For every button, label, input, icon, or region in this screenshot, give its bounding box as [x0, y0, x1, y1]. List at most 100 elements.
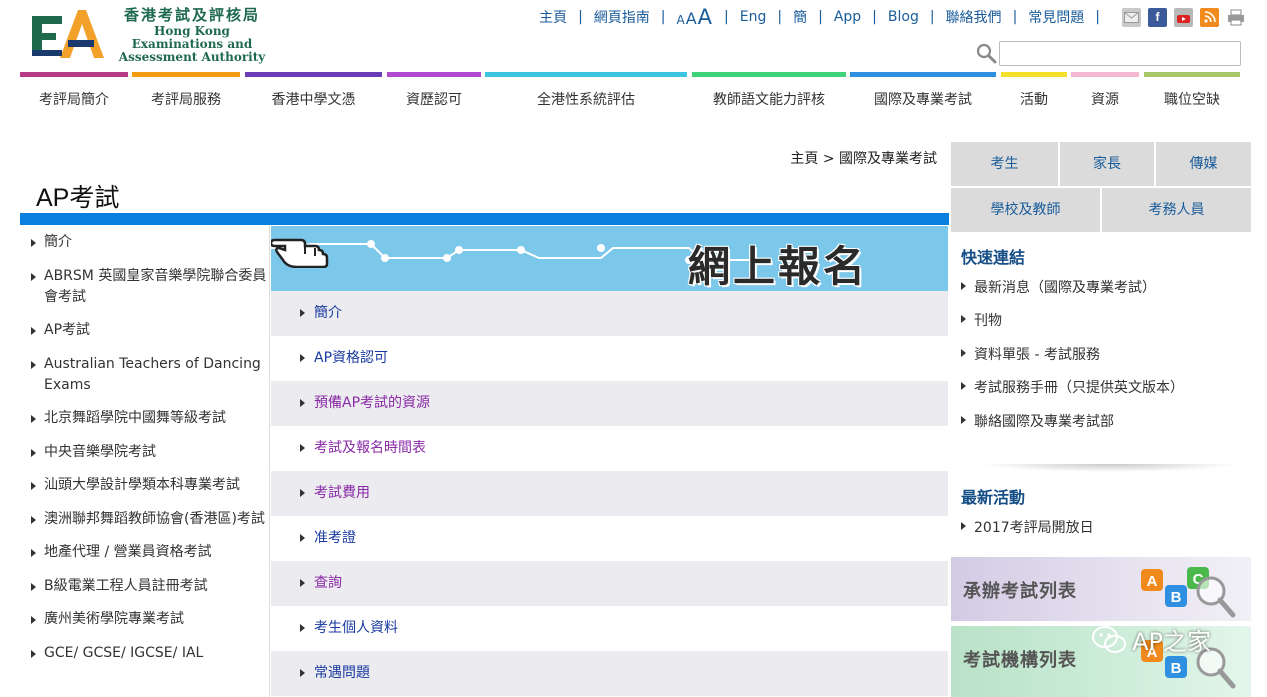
svg-text:B: B: [1171, 660, 1182, 677]
hkeaa-logo[interactable]: 香港考試及評核局 Hong Kong Examinations and Asse…: [32, 4, 272, 66]
quick-link-contact-division[interactable]: 聯絡國際及專業考試部: [961, 411, 1114, 431]
youtube-icon[interactable]: [1174, 7, 1193, 27]
title-underline-bar: [20, 213, 949, 225]
center-item-admission-form[interactable]: 准考證: [271, 516, 948, 561]
bullet-arrow-icon: [961, 349, 966, 357]
sidebar-item-abrsm[interactable]: ABRSM 英國皇家音樂學院聯合委員會考試: [20, 266, 269, 308]
center-item-schedule[interactable]: 考試及報名時間表: [271, 426, 948, 471]
sidebar-item-bda[interactable]: 北京舞蹈學院中國舞等級考試: [20, 408, 269, 429]
quick-link-leaflets[interactable]: 資料單張 - 考試服務: [961, 344, 1100, 364]
top-link-simplified-chinese[interactable]: 簡: [793, 7, 807, 27]
center-item-preparation-resources[interactable]: 預備AP考試的資源: [271, 381, 948, 426]
font-size-large[interactable]: A: [698, 5, 712, 29]
pointing-hand-icon: [271, 238, 329, 268]
nav-item-events[interactable]: 活動: [1001, 89, 1067, 109]
nav-item-international-exams[interactable]: 國際及專業考試: [850, 89, 996, 109]
rss-icon[interactable]: [1200, 7, 1219, 27]
facebook-icon[interactable]: f: [1148, 7, 1167, 27]
center-item-intro[interactable]: 簡介: [271, 291, 948, 336]
bullet-arrow-icon: [961, 416, 966, 424]
top-link-english[interactable]: Eng: [740, 9, 767, 25]
nav-item-lpat[interactable]: 教師語文能力評核: [692, 89, 846, 109]
center-item-fees[interactable]: 考試費用: [271, 471, 948, 516]
bullet-arrow-icon: [31, 415, 36, 423]
separator: |: [777, 9, 783, 25]
print-icon[interactable]: [1226, 8, 1245, 27]
sidebar-item-stu[interactable]: 汕頭大學設計學類本科專業考試: [20, 475, 269, 496]
sidebar-item-electrical-workers[interactable]: B級電業工程人員註冊考試: [20, 576, 269, 597]
site-search: [976, 41, 1241, 66]
search-icon[interactable]: [976, 43, 998, 65]
top-link-home[interactable]: 主頁: [539, 7, 567, 27]
nav-color-bar: [1144, 72, 1240, 77]
nav-item-jobs[interactable]: 職位空缺: [1144, 89, 1240, 109]
search-input[interactable]: [999, 41, 1241, 66]
nav-color-bar: [692, 72, 846, 77]
bullet-arrow-icon: [961, 282, 966, 290]
breadcrumb-home[interactable]: 主頁: [790, 151, 818, 167]
top-link-contact-us[interactable]: 聯絡我們: [946, 7, 1002, 27]
page-title: AP考試: [36, 184, 120, 212]
main-nav: 考評局簡介 考評局服務 香港中學文憑 資歷認可 全港性系統評估 教師語文能力評核…: [20, 89, 1240, 115]
nav-item-hkdse[interactable]: 香港中學文憑: [245, 89, 382, 109]
bullet-arrow-icon: [31, 327, 36, 335]
bullet-arrow-icon: [31, 273, 36, 281]
sidebar-item-label: 北京舞蹈學院中國舞等級考試: [44, 410, 226, 426]
bullet-arrow-icon: [300, 579, 305, 587]
banner-title: 網上報名: [687, 242, 868, 291]
nav-color-bar: [132, 72, 240, 77]
center-item-personal-data[interactable]: 考生個人資料: [271, 606, 948, 651]
font-size-small[interactable]: A: [677, 13, 685, 27]
email-icon[interactable]: [1122, 7, 1141, 27]
font-size-medium[interactable]: A: [686, 9, 697, 28]
font-size-selector: A A A: [677, 5, 714, 29]
top-link-blog[interactable]: Blog: [888, 9, 919, 25]
breadcrumb-separator: >: [822, 151, 835, 167]
tab-schools-teachers[interactable]: 學校及教師: [951, 188, 1100, 232]
quick-link-news[interactable]: 最新消息（國際及專業考試）: [961, 277, 1156, 297]
nav-item-about[interactable]: 考評局簡介: [20, 89, 128, 109]
bullet-arrow-icon: [31, 583, 36, 591]
center-item-label: AP資格認可: [314, 350, 389, 366]
breadcrumb-current[interactable]: 國際及專業考試: [839, 151, 937, 167]
card-title: 承辦考試列表: [963, 581, 1077, 602]
social-icons: f: [1115, 7, 1245, 27]
sidebar-item-label: ABRSM 英國皇家音樂學院聯合委員會考試: [44, 268, 267, 305]
bullet-arrow-icon: [961, 315, 966, 323]
sidebar-item-atod[interactable]: Australian Teachers of Dancing Exams: [20, 354, 269, 396]
nav-color-bars: [20, 72, 1240, 77]
quick-link-publications[interactable]: 刊物: [961, 310, 1002, 330]
svg-text:B: B: [1171, 589, 1182, 606]
sidebar-item-ap[interactable]: AP考試: [20, 320, 269, 341]
top-link-app[interactable]: App: [834, 9, 861, 25]
center-item-ap-recognition[interactable]: AP資格認可: [271, 336, 948, 381]
quick-link-handbook[interactable]: 考試服務手冊（只提供英文版本）: [961, 377, 1184, 397]
sidebar-item-ccom[interactable]: 中央音樂學院考試: [20, 442, 269, 463]
separator: |: [929, 9, 935, 25]
center-item-faq[interactable]: 常遇問題: [271, 651, 948, 696]
center-item-enquiries[interactable]: 查詢: [271, 561, 948, 606]
tab-parents[interactable]: 家長: [1060, 142, 1154, 186]
sidebar-item-gce[interactable]: GCE/ GCSE/ IGCSE/ IAL: [20, 643, 269, 664]
sidebar-item-cstd[interactable]: 澳洲聯邦舞蹈教師協會(香港區)考試: [20, 509, 269, 530]
exam-list-card[interactable]: 承辦考試列表 A B C: [951, 557, 1251, 621]
sidebar-item-estate-agents[interactable]: 地產代理 / 營業員資格考試: [20, 542, 269, 563]
nav-item-resources[interactable]: 資源: [1071, 89, 1139, 109]
sidebar-item-label: 廣州美術學院專業考試: [44, 611, 184, 627]
online-registration-banner[interactable]: 網上報名: [271, 226, 948, 291]
nav-item-services[interactable]: 考評局服務: [132, 89, 240, 109]
nav-item-tsa[interactable]: 全港性系統評估: [485, 89, 687, 109]
tab-candidates[interactable]: 考生: [951, 142, 1058, 186]
center-item-label: 查詢: [314, 575, 342, 591]
top-link-faq[interactable]: 常見問題: [1028, 7, 1084, 27]
tab-media[interactable]: 傳媒: [1156, 142, 1251, 186]
watermark-text: AP之家: [1132, 628, 1211, 656]
nav-color-bar: [850, 72, 996, 77]
sidebar-item-intro[interactable]: 簡介: [20, 232, 269, 253]
tab-exam-personnel[interactable]: 考務人員: [1102, 188, 1251, 232]
top-link-site-guide[interactable]: 網頁指南: [594, 7, 650, 27]
latest-event-open-day[interactable]: 2017考評局開放日: [961, 517, 1094, 537]
abc-blocks-magnifier-icon: A B C: [1141, 567, 1236, 618]
nav-item-recognition[interactable]: 資歷認可: [387, 89, 481, 109]
sidebar-item-gafa[interactable]: 廣州美術學院專業考試: [20, 609, 269, 630]
